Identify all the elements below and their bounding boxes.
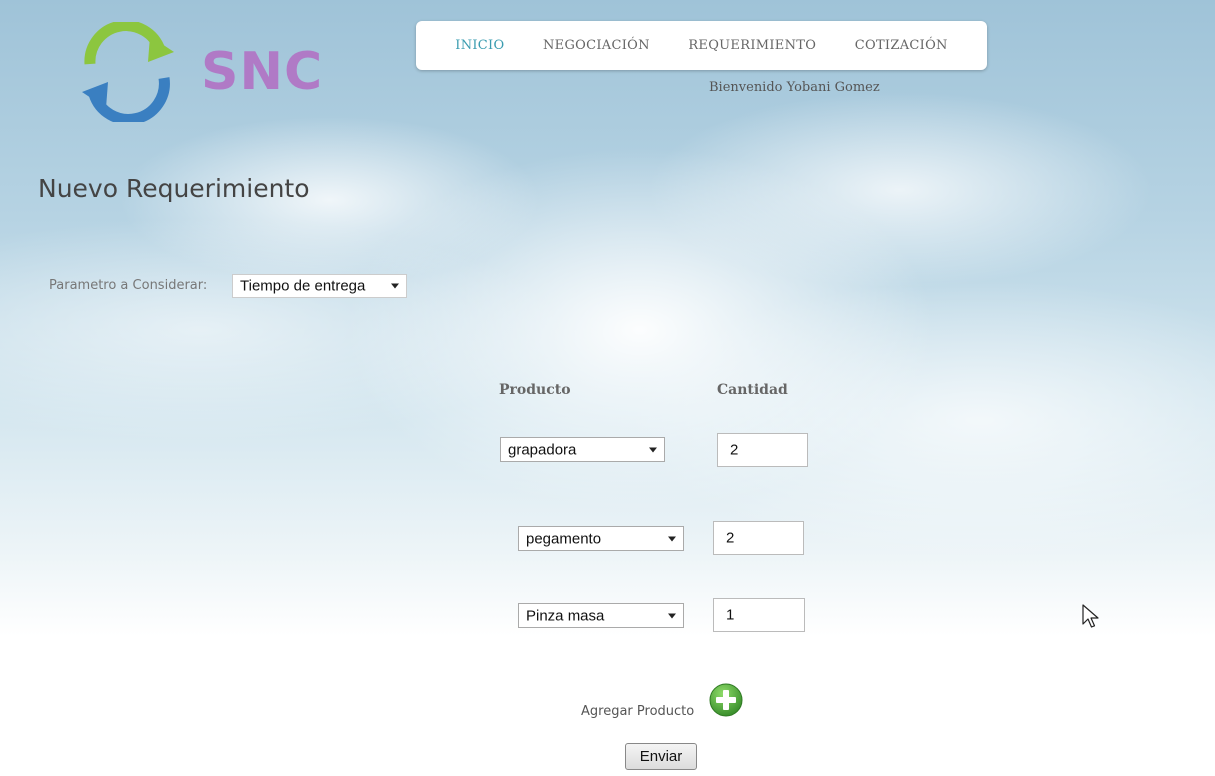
product-select-3-value: Pinza masa [526, 607, 605, 624]
chevron-down-icon [391, 283, 399, 289]
welcome-message: Bienvenido Yobani Gomez [709, 80, 880, 95]
plus-circle-icon[interactable] [709, 683, 743, 717]
quantity-field-3[interactable]: 1 [713, 598, 805, 632]
product-select-2[interactable]: pegamento [518, 526, 684, 551]
quantity-field-3-value: 1 [726, 606, 735, 624]
snc-logo: SNC [78, 22, 322, 122]
quantity-field-2-value: 2 [726, 529, 735, 547]
main-nav: INICIO NEGOCIACIÓN REQUERIMIENTO COTIZAC… [416, 21, 987, 70]
page-title: Nuevo Requerimiento [38, 174, 310, 203]
quantity-column-header: Cantidad [717, 382, 788, 398]
mouse-cursor-icon [1082, 604, 1099, 628]
recycle-arrows-icon [82, 22, 174, 122]
product-select-3[interactable]: Pinza masa [518, 603, 684, 628]
nav-item-negociacion[interactable]: NEGOCIACIÓN [543, 38, 650, 53]
product-select-2-value: pegamento [526, 530, 602, 547]
nav-item-cotizacion[interactable]: COTIZACIÓN [855, 38, 948, 53]
quantity-field-2[interactable]: 2 [713, 521, 804, 555]
parameter-label: Parametro a Considerar: [49, 278, 208, 293]
product-column-header: Producto [499, 382, 571, 398]
add-product-label: Agregar Producto [581, 704, 695, 719]
chevron-down-icon [649, 447, 657, 452]
quantity-field-1-value: 2 [730, 441, 739, 459]
submit-button[interactable]: Enviar [625, 743, 697, 770]
parameter-select[interactable]: Tiempo de entrega [232, 274, 407, 298]
parameter-select-value: Tiempo de entrega [240, 277, 366, 295]
nav-item-requerimiento[interactable]: REQUERIMIENTO [688, 38, 816, 53]
logo-text: SNC [201, 42, 324, 102]
quantity-field-1[interactable]: 2 [717, 433, 808, 467]
chevron-down-icon [668, 613, 676, 618]
chevron-down-icon [668, 536, 676, 541]
nav-item-inicio[interactable]: INICIO [455, 38, 504, 53]
product-select-1-value: grapadora [508, 441, 577, 458]
product-select-1[interactable]: grapadora [500, 437, 665, 462]
